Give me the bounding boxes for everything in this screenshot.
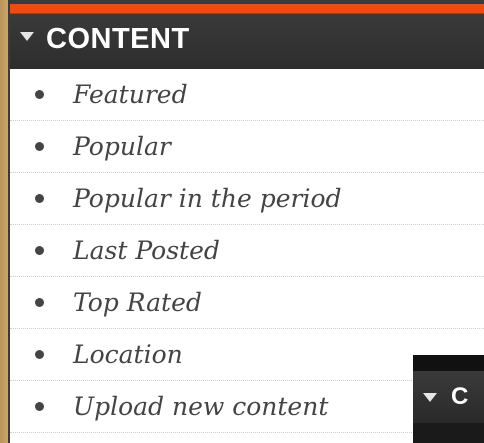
bullet-icon	[35, 402, 44, 411]
panel-title: CONTENT	[46, 23, 190, 55]
secondary-widget-header[interactable]: C	[413, 371, 484, 423]
menu-item-popular[interactable]: Popular	[10, 121, 484, 173]
bullet-icon	[35, 142, 44, 151]
menu-item-label[interactable]: Popular	[73, 132, 171, 161]
panel-header[interactable]: CONTENT	[10, 14, 484, 69]
bullet-icon	[35, 246, 44, 255]
menu-item-label[interactable]: Featured	[73, 80, 188, 109]
bullet-icon	[35, 90, 44, 99]
menu-item-label[interactable]: Upload new content	[73, 392, 328, 421]
menu-item-label[interactable]: Popular in the period	[73, 184, 342, 213]
bullet-icon	[35, 350, 44, 359]
page: CONTENT Featured Popular Popular in the …	[0, 0, 484, 443]
menu-item-popular-in-period[interactable]: Popular in the period	[10, 173, 484, 225]
accent-bar	[10, 4, 484, 14]
menu-item-label[interactable]: Top Rated	[73, 288, 202, 317]
menu-item-label[interactable]: Last Posted	[73, 236, 220, 265]
bullet-icon	[35, 194, 44, 203]
secondary-widget-body	[413, 423, 484, 443]
menu-item-last-posted[interactable]: Last Posted	[10, 225, 484, 277]
menu-item-top-rated[interactable]: Top Rated	[10, 277, 484, 329]
menu-item-featured[interactable]: Featured	[10, 69, 484, 121]
caret-down-icon[interactable]	[20, 32, 34, 41]
menu-item-label[interactable]: Location	[73, 340, 183, 369]
caret-down-icon[interactable]	[423, 392, 437, 402]
bullet-icon	[35, 298, 44, 307]
secondary-widget: C	[413, 355, 484, 443]
secondary-widget-title: C	[451, 383, 469, 410]
